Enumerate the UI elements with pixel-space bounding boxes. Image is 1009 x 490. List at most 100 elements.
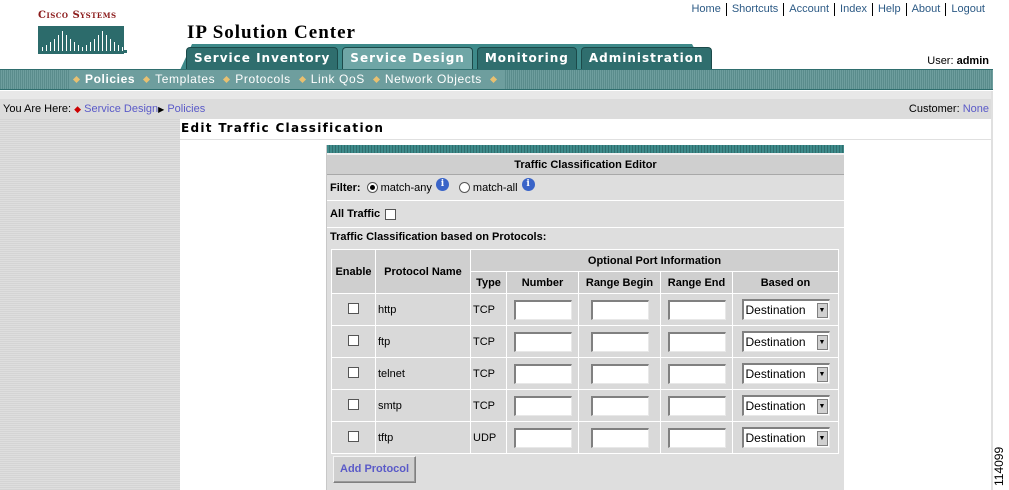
protocol-name-cell: tftp <box>375 421 471 454</box>
range-begin-input[interactable] <box>590 395 649 416</box>
range-begin-input[interactable] <box>590 331 649 352</box>
all-traffic-checkbox[interactable] <box>385 208 397 220</box>
top-link-account[interactable]: Account <box>784 3 836 16</box>
match-all-info-icon[interactable]: i <box>521 178 535 191</box>
based-on-select[interactable]: Destination ▼ <box>741 395 830 416</box>
tab-administration[interactable]: Administration <box>580 47 712 69</box>
enable-checkbox[interactable] <box>348 398 359 410</box>
diamond-bullet-icon <box>223 75 231 83</box>
range-begin-input[interactable] <box>590 427 649 448</box>
based-on-select[interactable]: Destination ▼ <box>741 331 830 352</box>
dropdown-arrow-icon[interactable]: ▼ <box>816 334 828 350</box>
logo-bar <box>66 35 67 51</box>
user-info: User: admin <box>927 55 989 67</box>
customer-value[interactable]: None <box>963 103 989 115</box>
range-begin-cell <box>578 421 661 454</box>
range-end-input[interactable] <box>667 395 726 416</box>
enable-checkbox[interactable] <box>348 302 359 314</box>
match-any-info-icon[interactable]: i <box>435 178 449 191</box>
logo-bar <box>46 45 47 51</box>
top-link-help[interactable]: Help <box>873 3 907 16</box>
left-panel <box>0 119 180 490</box>
logo-bar <box>122 47 123 51</box>
based-on-cell: Destination ▼ <box>732 357 839 390</box>
enable-cell <box>331 357 376 390</box>
logo-bar <box>102 31 103 51</box>
breadcrumb-policies[interactable]: Policies <box>167 103 205 115</box>
match-any-label: match-any <box>380 181 432 194</box>
col-enable: Enable <box>331 249 376 294</box>
add-protocol-button[interactable]: Add Protocol <box>333 456 417 483</box>
col-range-begin: Range Begin <box>578 271 661 294</box>
type-cell: TCP <box>470 325 507 358</box>
based-on-value: Destination <box>745 335 806 349</box>
logo-bar <box>114 42 115 51</box>
figure-number: 114099 <box>992 446 1006 486</box>
col-number: Number <box>506 271 579 294</box>
based-on-value: Destination <box>745 367 806 381</box>
port-number-input[interactable] <box>513 299 572 320</box>
editor-header: Traffic Classification Editor <box>327 153 844 175</box>
dropdown-arrow-icon[interactable]: ▼ <box>816 366 828 382</box>
range-end-input[interactable] <box>667 299 726 320</box>
dropdown-arrow-icon[interactable]: ▼ <box>816 302 828 318</box>
protocol-name-cell: smtp <box>375 389 471 422</box>
match-all-radio[interactable] <box>458 182 470 193</box>
top-link-shortcuts[interactable]: Shortcuts <box>727 3 785 16</box>
logo-dot <box>124 50 127 53</box>
dropdown-arrow-icon[interactable]: ▼ <box>816 398 828 414</box>
range-end-cell <box>660 421 733 454</box>
port-number-input[interactable] <box>513 395 572 416</box>
tab-service-design[interactable]: Service Design <box>342 47 473 71</box>
range-begin-input[interactable] <box>590 299 649 320</box>
range-end-input[interactable] <box>667 331 726 352</box>
subnav-item-label: Protocols <box>235 72 291 86</box>
based-on-select[interactable]: Destination ▼ <box>741 299 830 320</box>
breadcrumb-bullet-icon: ◆ <box>74 104 82 114</box>
number-cell <box>506 293 579 326</box>
customer-info: Customer: None <box>909 99 989 119</box>
enable-checkbox[interactable] <box>348 334 359 346</box>
col-type: Type <box>470 271 507 294</box>
subnav-item-network-objects[interactable]: Network Objects <box>372 72 482 86</box>
port-number-input[interactable] <box>513 331 572 352</box>
top-link-index[interactable]: Index <box>835 3 873 16</box>
tab-service-inventory[interactable]: Service Inventory <box>186 47 339 69</box>
enable-checkbox[interactable] <box>348 366 359 378</box>
range-end-input[interactable] <box>667 427 726 448</box>
subnav-item-templates[interactable]: Templates <box>143 72 216 86</box>
based-on-select[interactable]: Destination ▼ <box>741 427 830 448</box>
based-on-value: Destination <box>745 431 806 445</box>
diamond-bullet-icon <box>298 75 306 83</box>
logo-bar <box>62 31 63 51</box>
port-number-input[interactable] <box>513 363 572 384</box>
filter-row: Filter: match-any i match-all i <box>327 175 844 201</box>
subnav-items: Policies Templates Protocols Link QoS Networ… <box>72 72 502 86</box>
range-end-input[interactable] <box>667 363 726 384</box>
logo-bars-icon <box>38 26 124 54</box>
subnav-item-label: Policies <box>85 72 136 86</box>
match-any-radio[interactable] <box>366 182 378 193</box>
main-tabs: Service Inventory Service Design Monitorin… <box>186 47 712 71</box>
top-link-home[interactable]: Home <box>686 3 727 16</box>
top-link-logout[interactable]: Logout <box>946 3 985 16</box>
traffic-classification-editor: Traffic Classification Editor Filter: ma… <box>326 145 844 490</box>
subnav-item-label: Templates <box>155 72 216 86</box>
range-begin-cell <box>578 389 661 422</box>
port-number-input[interactable] <box>513 427 572 448</box>
based-on-select[interactable]: Destination ▼ <box>741 363 830 384</box>
type-cell: TCP <box>470 389 507 422</box>
dropdown-arrow-icon[interactable]: ▼ <box>816 430 828 446</box>
subnav-pattern-left <box>0 70 70 89</box>
top-link-about[interactable]: About <box>907 3 947 16</box>
subnav-item-protocols[interactable]: Protocols <box>223 72 291 86</box>
enable-checkbox[interactable] <box>348 430 359 442</box>
header-gap <box>0 91 993 99</box>
range-end-cell <box>660 389 733 422</box>
subnav-item-policies[interactable]: Policies <box>72 72 136 86</box>
subnav-item-link-qos[interactable]: Link QoS <box>298 72 365 86</box>
tab-monitoring[interactable]: Monitoring <box>476 47 577 69</box>
breadcrumb-service-design[interactable]: Service Design <box>84 103 158 115</box>
logo-bar <box>58 35 59 51</box>
range-begin-input[interactable] <box>590 363 649 384</box>
